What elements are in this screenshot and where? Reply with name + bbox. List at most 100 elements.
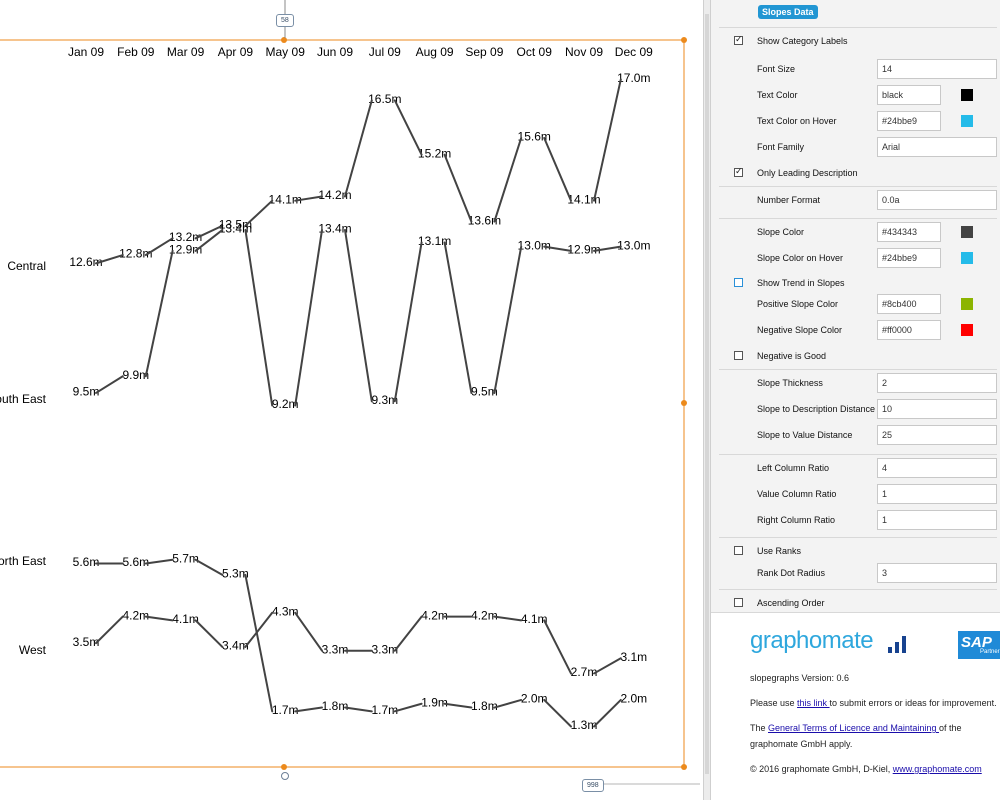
property-row-font-family: Arial Font Family bbox=[711, 134, 1000, 160]
slope-to-description-distance-input[interactable]: 10 bbox=[877, 399, 997, 419]
slope-line bbox=[95, 615, 124, 645]
value-label: 1.8m bbox=[322, 699, 349, 713]
font-family-input[interactable]: Arial bbox=[877, 137, 997, 157]
rank-dot-radius-input[interactable]: 3 bbox=[877, 563, 997, 583]
property-label: Slope to Description Distance bbox=[757, 404, 876, 414]
text-color-input[interactable]: black bbox=[877, 85, 941, 105]
slope-line bbox=[443, 241, 473, 394]
value-label: 3.1m bbox=[620, 650, 647, 664]
slope-color-on-hover-swatch[interactable] bbox=[961, 252, 973, 264]
property-label: Left Column Ratio bbox=[757, 463, 830, 473]
report-link[interactable]: this link bbox=[797, 698, 830, 708]
category-label: Apr 09 bbox=[218, 45, 254, 59]
property-row-left-column-ratio: 4 Left Column Ratio bbox=[711, 455, 1000, 481]
copyright-label: © 2016 graphomate GmbH, D-Kiel, bbox=[750, 764, 893, 774]
slope-color-input[interactable]: #434343 bbox=[877, 222, 941, 242]
slope-line bbox=[593, 698, 622, 728]
show-category-labels-checkbox[interactable]: ✓ bbox=[734, 34, 743, 45]
value-label: 13.0m bbox=[617, 238, 650, 252]
value-column-ratio-input[interactable]: 1 bbox=[877, 484, 997, 504]
slopegraph-canvas[interactable]: Jan 09 Feb 09 Mar 09 Apr 09 May 09 Jun 09 Jul … bbox=[0, 0, 703, 800]
value-label: 4.3m bbox=[272, 604, 299, 618]
category-label: Nov 09 bbox=[565, 45, 603, 59]
text-color-on-hover-input[interactable]: #24bbe9 bbox=[877, 111, 941, 131]
property-row-only-leading-description: ✓ Only Leading Description bbox=[711, 160, 1000, 186]
slope-line bbox=[493, 698, 523, 709]
report-text: Please use this link to submit errors or… bbox=[750, 698, 997, 708]
property-row-value-column-ratio: 1 Value Column Ratio bbox=[711, 481, 1000, 507]
property-label: Slope Thickness bbox=[757, 378, 823, 388]
slope-line bbox=[393, 99, 423, 156]
slope-line bbox=[443, 702, 473, 709]
property-label[interactable]: Show Category Labels bbox=[757, 28, 848, 54]
value-label: 1.8m bbox=[471, 699, 498, 713]
slope-line bbox=[393, 702, 423, 713]
negative-is-good-checkbox[interactable] bbox=[734, 351, 743, 360]
text-color-swatch[interactable] bbox=[961, 89, 973, 101]
property-label: Rank Dot Radius bbox=[757, 568, 826, 578]
number-format-input[interactable]: 0.0a bbox=[877, 190, 997, 210]
slopegraph-chart: Jan 09 Feb 09 Mar 09 Apr 09 May 09 Jun 09 Jul … bbox=[0, 0, 700, 785]
slope-color-on-hover-input[interactable]: #24bbe9 bbox=[877, 248, 941, 268]
property-row-text-color-on-hover: #24bbe9 Text Color on Hover bbox=[711, 108, 1000, 134]
property-label[interactable]: Only Leading Description bbox=[757, 160, 858, 186]
slope-line bbox=[144, 249, 174, 378]
vertical-scrollbar-thumb[interactable] bbox=[705, 14, 709, 774]
only-leading-description-checkbox[interactable]: ✓ bbox=[734, 166, 743, 177]
slopes-data-tab[interactable]: Slopes Data bbox=[758, 5, 818, 19]
ascending-order-checkbox[interactable] bbox=[734, 598, 743, 607]
sap-partner-logo: SAP Partner bbox=[958, 631, 1000, 659]
website-link[interactable]: www.graphomate.com bbox=[893, 764, 982, 774]
value-label: 3.5m bbox=[73, 635, 100, 649]
use-ranks-checkbox[interactable] bbox=[734, 546, 743, 555]
slope-line bbox=[144, 615, 174, 622]
terms-link[interactable]: General Terms of Licence and Maintaining bbox=[768, 723, 939, 733]
slope-line bbox=[344, 99, 373, 198]
slope-line bbox=[294, 228, 323, 407]
negative-slope-color-input[interactable]: #ff0000 bbox=[877, 320, 941, 340]
value-label: 14.1m bbox=[269, 192, 302, 206]
show-trend-in-slopes-checkbox[interactable] bbox=[734, 278, 743, 287]
value-label: 13.0m bbox=[518, 238, 551, 252]
slope-line bbox=[294, 611, 323, 652]
slope-thickness-input[interactable]: 2 bbox=[877, 373, 997, 393]
sap-logo-subtext: Partner bbox=[980, 649, 1000, 655]
slope-line bbox=[95, 375, 124, 394]
check-mark-icon: ✓ bbox=[735, 166, 743, 176]
property-label: Text Color bbox=[757, 90, 798, 100]
left-column-ratio-input[interactable]: 4 bbox=[877, 458, 997, 478]
property-label: Font Size bbox=[757, 64, 796, 74]
value-label: 2.0m bbox=[521, 692, 548, 706]
property-label[interactable]: Negative is Good bbox=[757, 343, 826, 369]
right-column-ratio-input[interactable]: 1 bbox=[877, 510, 997, 530]
property-row-slope-to-value-distance: 25 Slope to Value Distance bbox=[711, 422, 1000, 448]
report-text-pre: Please use bbox=[750, 698, 798, 708]
slope-line bbox=[344, 706, 373, 713]
value-label: 5.7m bbox=[172, 551, 199, 565]
positive-slope-color-swatch[interactable] bbox=[961, 298, 973, 310]
property-label: Text Color on Hover bbox=[757, 116, 837, 126]
value-label: 2.0m bbox=[620, 692, 647, 706]
font-size-input[interactable]: 14 bbox=[877, 59, 997, 79]
property-label: Positive Slope Color bbox=[757, 299, 839, 309]
property-label: Negative Slope Color bbox=[757, 325, 843, 335]
slope-line bbox=[393, 241, 423, 403]
version-text: slopegraphs Version: 0.6 bbox=[750, 673, 850, 683]
category-label: Mar 09 bbox=[167, 45, 205, 59]
region-label: orth East bbox=[0, 554, 47, 568]
slope-to-value-distance-input[interactable]: 25 bbox=[877, 425, 997, 445]
negative-slope-color-swatch[interactable] bbox=[961, 324, 973, 336]
slope-line bbox=[194, 619, 224, 648]
slope-color-swatch[interactable] bbox=[961, 226, 973, 238]
slope-line bbox=[344, 228, 373, 403]
property-row-negative-slope-color: #ff0000 Negative Slope Color bbox=[711, 317, 1000, 343]
positive-slope-color-input[interactable]: #8cb400 bbox=[877, 294, 941, 314]
value-label: 9.5m bbox=[73, 385, 100, 399]
value-label: 12.9m bbox=[567, 243, 600, 257]
copyright-text: © 2016 graphomate GmbH, D-Kiel, www.grap… bbox=[750, 764, 982, 774]
text-color-on-hover-swatch[interactable] bbox=[961, 115, 973, 127]
height-size-badge: 58 bbox=[276, 14, 294, 27]
property-row-slope-color-on-hover: #24bbe9 Slope Color on Hover bbox=[711, 245, 1000, 271]
vertical-scrollbar[interactable] bbox=[703, 0, 710, 800]
value-label: 5.6m bbox=[73, 555, 100, 569]
